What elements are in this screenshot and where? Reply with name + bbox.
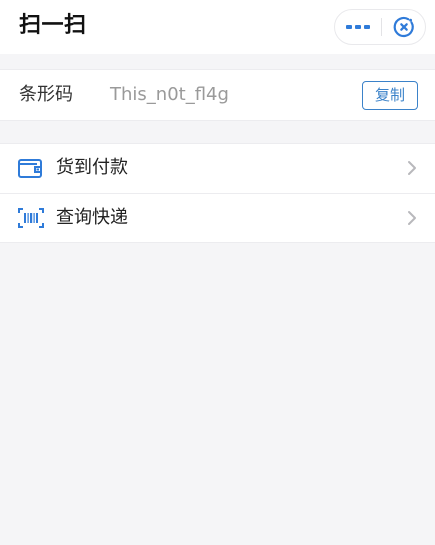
barcode-card: 条形码 This_n0t_fl4g 复制 [0,69,435,121]
chevron-right-icon [408,211,416,225]
chevron-right-icon [408,161,416,175]
menu-item-label: 货到付款 [56,157,128,178]
barcode-label: 条形码 [19,84,73,105]
menu-item-track-express[interactable]: 查询快递 [0,194,435,243]
app-root: 扫一扫 条形码 This_n0t_fl4g 复制 货到付款 查询快递 [0,0,435,545]
top-bar: 扫一扫 [0,0,435,54]
more-dots-icon [346,25,370,29]
wallet-icon [18,159,42,178]
barcode-value: This_n0t_fl4g [110,84,229,105]
capsule-divider [381,18,382,36]
copy-button[interactable]: 复制 [362,81,418,110]
close-circle-icon [393,16,414,38]
menu-list: 货到付款 查询快递 [0,143,435,243]
close-button[interactable] [385,13,423,41]
more-button[interactable] [335,10,381,44]
barcode-scan-icon [18,208,44,228]
menu-item-label: 查询快递 [56,207,128,228]
menu-item-cash-on-delivery[interactable]: 货到付款 [0,144,435,194]
page-title: 扫一扫 [19,13,87,38]
mini-program-capsule [334,9,426,45]
